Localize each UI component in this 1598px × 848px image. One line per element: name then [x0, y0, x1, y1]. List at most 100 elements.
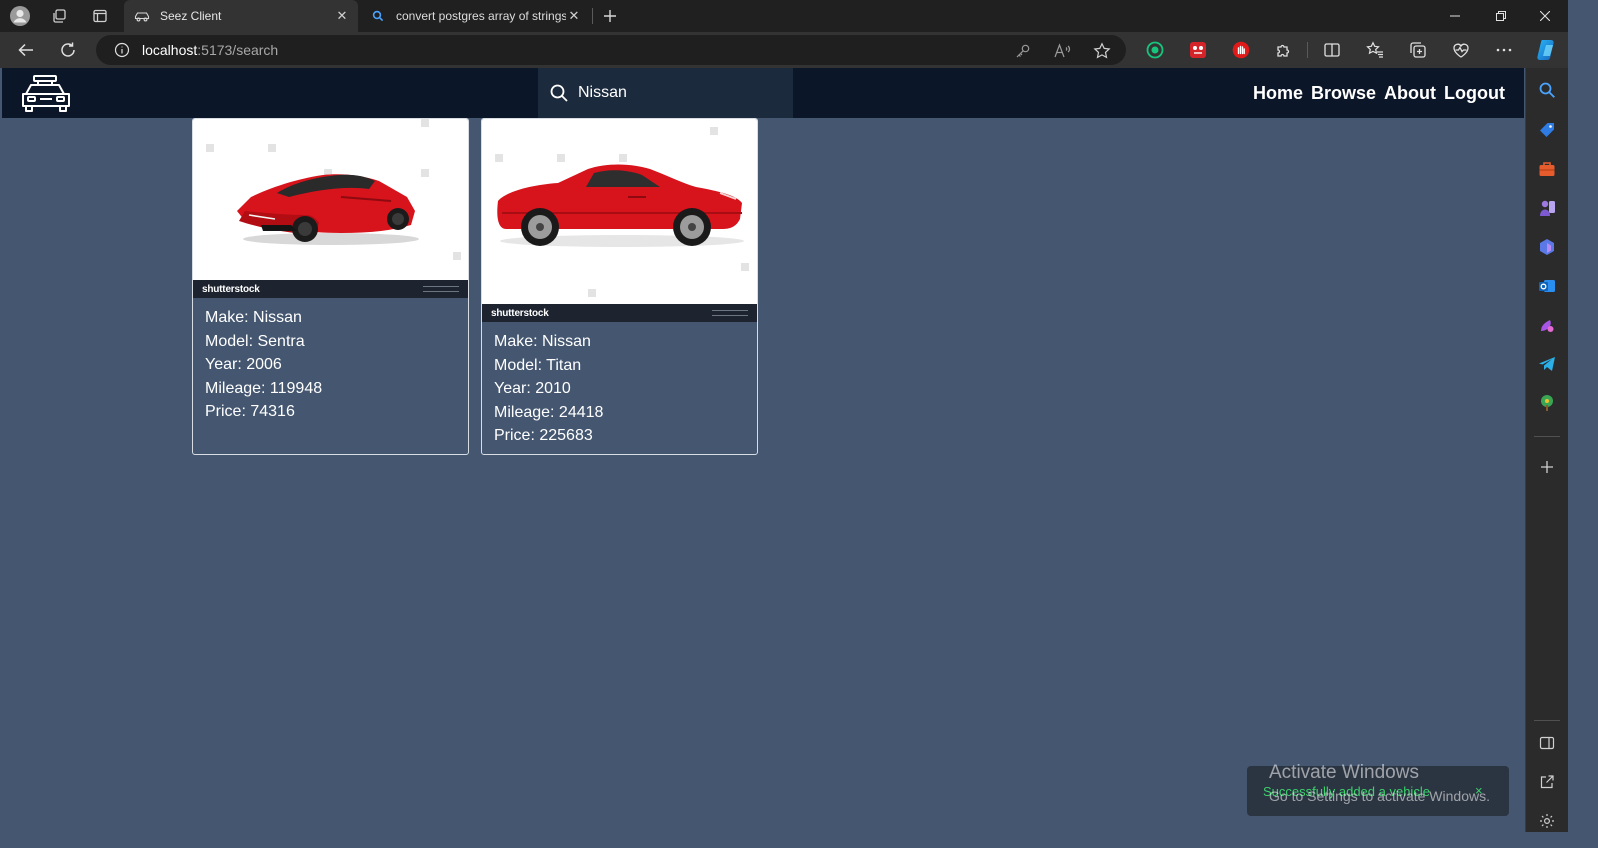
new-tab-button[interactable]: [598, 4, 622, 28]
vehicle-make: Make: Nissan: [205, 309, 302, 326]
car-logo-icon[interactable]: [20, 74, 72, 114]
extension-green-icon[interactable]: [1143, 38, 1167, 62]
copilot-icon[interactable]: [1535, 38, 1559, 62]
vehicle-model: Model: Sentra: [205, 332, 305, 350]
sidebar-telegram-icon[interactable]: [1537, 354, 1557, 374]
vehicle-search-bar[interactable]: [538, 68, 793, 118]
web-page: Home Browse About Logout: [2, 68, 1524, 832]
profile-avatar-icon[interactable]: [6, 4, 34, 28]
nav-logout-link[interactable]: Logout: [1444, 83, 1505, 104]
search-input[interactable]: [578, 84, 778, 102]
watermark-mark: [741, 263, 749, 271]
vehicle-photo: shutterstock: [193, 119, 468, 298]
image-credit-detail: [712, 310, 748, 316]
address-url: localhost:5173/search: [142, 42, 278, 58]
sidebar-add-icon[interactable]: [1537, 457, 1557, 477]
sidebar-games-icon[interactable]: [1537, 198, 1557, 218]
watermark-mark: [268, 144, 276, 152]
sidebar-designer-icon[interactable]: [1537, 315, 1557, 335]
vehicle-year: Year: 2010: [494, 380, 571, 397]
edge-sidebar: [1525, 68, 1568, 832]
image-credit-brand: shutterstock: [491, 307, 549, 319]
search-favicon-icon: [370, 8, 386, 24]
browser-toolbar: localhost:5173/search: [0, 32, 1568, 68]
site-nav-links: Home Browse About Logout: [1253, 68, 1505, 118]
adblock-hand-icon[interactable]: [1229, 38, 1253, 62]
favorite-star-icon[interactable]: [1093, 42, 1111, 60]
sidebar-search-icon[interactable]: [1537, 80, 1557, 100]
tab-divider: [592, 8, 593, 24]
watermark-mark: [421, 169, 429, 177]
toast-close-button[interactable]: ×: [1475, 783, 1483, 798]
toolbar-divider: [1307, 42, 1308, 58]
sidebar-divider: [1534, 436, 1560, 437]
nav-browse-link[interactable]: Browse: [1311, 83, 1376, 104]
password-key-icon[interactable]: [1014, 42, 1032, 60]
vehicle-card[interactable]: shutterstock Make: Nissan Model: Sentra …: [192, 118, 469, 455]
close-tab-icon[interactable]: ✕: [334, 8, 350, 24]
sidebar-settings-icon[interactable]: [1537, 811, 1557, 831]
tab-title: Seez Client: [160, 9, 222, 23]
url-path: :5173/search: [197, 42, 279, 58]
nav-home-link[interactable]: Home: [1253, 83, 1303, 104]
image-credit-bar: shutterstock: [482, 304, 757, 322]
sidebar-divider: [1534, 720, 1560, 721]
favorites-list-icon[interactable]: [1363, 38, 1387, 62]
car-favicon-icon: [134, 8, 150, 24]
hide-sidebar-icon[interactable]: [1537, 733, 1557, 753]
sidebar-copilot-icon[interactable]: [1537, 237, 1557, 257]
watermark-mark: [206, 144, 214, 152]
url-host: localhost: [142, 42, 198, 58]
red-sports-car-front-image: [237, 174, 419, 245]
vehicle-card[interactable]: shutterstock Make: Nissan Model: Titan Y…: [481, 118, 758, 455]
minimize-button[interactable]: [1432, 0, 1478, 32]
vehicle-make: Make: Nissan: [494, 333, 591, 350]
image-credit-detail: [423, 286, 459, 292]
extension-red-icon[interactable]: [1186, 38, 1210, 62]
image-credit-bar: shutterstock: [193, 280, 468, 298]
success-toast: Successfully added a vehicle ×: [1247, 766, 1509, 816]
refresh-icon[interactable]: [56, 38, 80, 62]
vehicle-details: Make: Nissan Model: Sentra Year: 2006 Mi…: [193, 298, 468, 432]
vehicle-mileage: Mileage: 24418: [494, 403, 604, 421]
sidebar-outlook-icon[interactable]: [1537, 276, 1557, 296]
extensions-puzzle-icon[interactable]: [1272, 38, 1296, 62]
collections-icon[interactable]: [1406, 38, 1430, 62]
back-icon[interactable]: [14, 38, 38, 62]
vehicle-photo: shutterstock: [482, 119, 757, 322]
vehicle-model: Model: Titan: [494, 356, 582, 374]
workspaces-icon[interactable]: [45, 4, 73, 28]
image-credit-brand: shutterstock: [202, 283, 260, 295]
vehicle-price: Price: 74316: [205, 403, 295, 420]
site-info-icon[interactable]: [114, 42, 130, 58]
site-navbar: Home Browse About Logout: [2, 68, 1524, 118]
restore-button[interactable]: [1478, 0, 1524, 32]
nav-about-link[interactable]: About: [1384, 83, 1436, 104]
sidebar-tools-icon[interactable]: [1537, 159, 1557, 179]
tab-seez-client[interactable]: Seez Client ✕: [124, 0, 358, 32]
close-window-button[interactable]: [1522, 0, 1568, 32]
browser-tab-bar: Seez Client ✕ convert postgres array of …: [0, 0, 1568, 32]
close-tab-icon[interactable]: ✕: [566, 8, 582, 24]
address-bar[interactable]: localhost:5173/search: [96, 35, 1126, 65]
more-menu-icon[interactable]: [1492, 38, 1516, 62]
vehicle-year: Year: 2006: [205, 356, 282, 373]
watermark-mark: [710, 127, 718, 135]
tab-title: convert postgres array of strings: [396, 9, 566, 23]
red-sports-car-side-image: [497, 164, 744, 247]
split-screen-icon[interactable]: [1320, 38, 1344, 62]
tab-actions-icon[interactable]: [86, 4, 114, 28]
sidebar-tree-icon[interactable]: [1537, 393, 1557, 413]
toast-message: Successfully added a vehicle: [1263, 784, 1430, 799]
tab-postgres-search[interactable]: convert postgres array of strings ✕: [360, 0, 590, 32]
vehicle-mileage: Mileage: 119948: [205, 379, 323, 397]
browser-essentials-icon[interactable]: [1449, 38, 1473, 62]
read-aloud-icon[interactable]: [1054, 42, 1072, 60]
search-icon: [550, 84, 568, 102]
sidebar-shopping-icon[interactable]: [1537, 120, 1557, 140]
watermark-mark: [588, 289, 596, 297]
open-external-icon[interactable]: [1537, 772, 1557, 792]
watermark-mark: [453, 252, 461, 260]
vehicle-details: Make: Nissan Model: Titan Year: 2010 Mil…: [482, 322, 757, 454]
vehicle-price: Price: 225683: [494, 427, 593, 444]
